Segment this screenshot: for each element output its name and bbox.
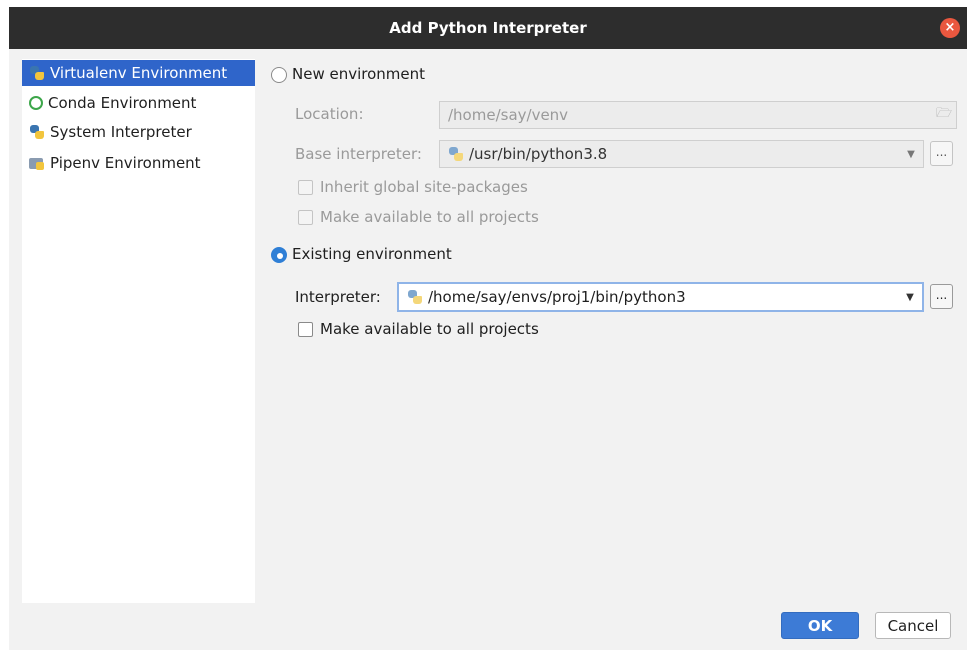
new-environment-label: New environment [292,65,426,83]
sidebar-item-label: Conda Environment [48,94,197,112]
interpreter-browse-button[interactable]: ... [930,284,953,309]
sidebar-item-label: Virtualenv Environment [50,64,228,82]
dialog-title: Add Python Interpreter [389,19,587,37]
python-icon [29,124,45,140]
sidebar-item-system-interpreter[interactable]: System Interpreter [22,119,255,145]
inherit-global-checkbox[interactable] [298,180,313,195]
cancel-button[interactable]: Cancel [875,612,951,639]
location-label: Location: [295,105,364,123]
base-interpreter-value: /usr/bin/python3.8 [469,145,608,163]
location-value: /home/say/venv [448,106,569,124]
existing-environment-label: Existing environment [292,245,452,263]
existing-env-make-available-checkbox[interactable] [298,322,313,337]
existing-env-make-available-label: Make available to all projects [320,320,539,338]
interpreter-select[interactable]: /home/say/envs/proj1/bin/python3 ▼ [397,282,924,312]
sidebar-item-conda[interactable]: Conda Environment [22,90,255,116]
sidebar-item-label: Pipenv Environment [50,154,201,172]
chevron-down-icon[interactable]: ▼ [898,292,922,303]
title-bar: Add Python Interpreter × [9,7,967,49]
add-python-interpreter-dialog: Add Python Interpreter × Virtualenv Envi… [9,7,967,650]
ok-button[interactable]: OK [781,612,859,639]
base-interpreter-browse-button[interactable]: ... [930,141,953,166]
folder-icon[interactable]: 🗁 [932,104,956,126]
python-icon [407,289,423,305]
new-environment-radio[interactable] [271,67,287,83]
pipenv-icon [29,155,45,171]
sidebar-item-pipenv[interactable]: Pipenv Environment [22,150,255,176]
conda-icon [29,96,43,110]
location-field[interactable]: /home/say/venv 🗁 [439,101,957,129]
sidebar-item-virtualenv[interactable]: Virtualenv Environment [22,60,255,86]
close-icon[interactable]: × [940,18,960,38]
sidebar-item-label: System Interpreter [50,123,192,141]
python-icon [448,146,464,162]
virtualenv-icon [29,65,45,81]
new-env-make-available-label: Make available to all projects [320,208,539,226]
interpreter-value: /home/say/envs/proj1/bin/python3 [428,288,686,306]
existing-environment-radio[interactable] [271,247,287,263]
chevron-down-icon[interactable]: ▼ [899,149,923,160]
interpreter-label: Interpreter: [295,288,381,306]
environment-type-list: Virtualenv Environment Conda Environment… [22,59,255,603]
new-env-make-available-checkbox[interactable] [298,210,313,225]
inherit-global-label: Inherit global site-packages [320,178,528,196]
base-interpreter-select[interactable]: /usr/bin/python3.8 ▼ [439,140,924,168]
base-interpreter-label: Base interpreter: [295,145,422,163]
